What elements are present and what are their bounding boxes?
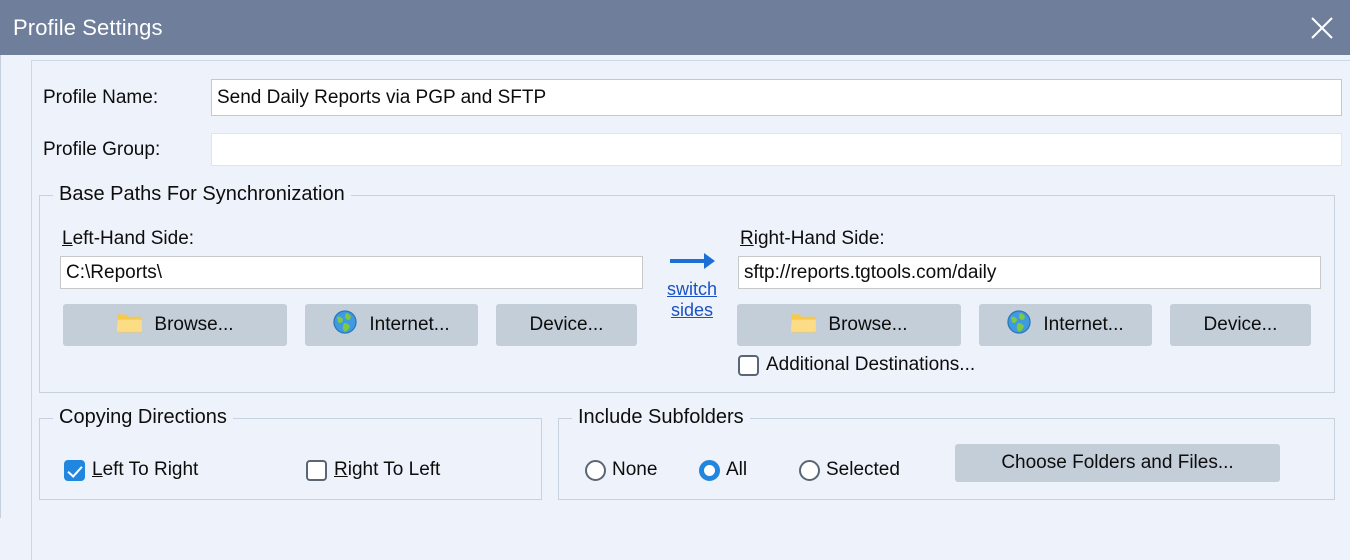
- radio-box: [585, 460, 606, 481]
- profile-settings-dialog: Profile Settings Profile Name: Profile G…: [0, 0, 1350, 518]
- right-hand-side-input[interactable]: [738, 256, 1321, 289]
- subfolders-radio-none-label: None: [612, 459, 657, 481]
- close-icon: [1309, 15, 1335, 41]
- dialog-body: Profile Name: Profile Group: Base Paths …: [0, 55, 1350, 518]
- browse-button-right-label: Browse...: [828, 314, 907, 336]
- browse-button-left[interactable]: Browse...: [63, 304, 287, 346]
- profile-group-input[interactable]: [211, 133, 1342, 166]
- additional-destinations-label: Additional Destinations...: [766, 354, 975, 376]
- folder-icon: [116, 312, 142, 339]
- globe-icon: [333, 310, 357, 340]
- device-button-right[interactable]: Device...: [1170, 304, 1311, 346]
- radio-box: [799, 460, 820, 481]
- right-hand-side-accel: R: [740, 228, 754, 249]
- profile-group-label: Profile Group:: [43, 139, 211, 161]
- base-paths-title: Base Paths For Synchronization: [53, 183, 351, 206]
- window-title: Profile Settings: [0, 15, 163, 41]
- internet-button-left[interactable]: Internet...: [305, 304, 478, 346]
- left-hand-side-input[interactable]: [60, 256, 643, 289]
- left-to-right-label-rest: eft To Right: [103, 459, 199, 480]
- right-to-left-label-rest: ight To Left: [348, 459, 441, 480]
- profile-name-label: Profile Name:: [43, 87, 211, 109]
- subfolders-radio-all[interactable]: All: [699, 459, 747, 481]
- folder-icon: [790, 312, 816, 339]
- profile-name-row: Profile Name:: [43, 79, 1342, 116]
- left-hand-side-label: Left-Hand Side:: [62, 228, 194, 250]
- browse-button-right[interactable]: Browse...: [737, 304, 961, 346]
- include-subfolders-groupbox: Include Subfolders None All Selected Cho…: [558, 418, 1335, 500]
- checkbox-box: [738, 355, 759, 376]
- switch-sides-zone: switch sides: [652, 250, 732, 321]
- switch-sides-link-line1[interactable]: switch: [652, 279, 732, 300]
- switch-sides-link-line2[interactable]: sides: [652, 300, 732, 321]
- device-button-right-label: Device...: [1204, 314, 1278, 336]
- right-to-left-checkbox[interactable]: Right To Left: [306, 459, 440, 481]
- checkbox-box: [306, 460, 327, 481]
- internet-button-left-label: Internet...: [369, 314, 449, 336]
- browse-button-left-label: Browse...: [154, 314, 233, 336]
- additional-destinations-checkbox[interactable]: Additional Destinations...: [738, 354, 975, 376]
- subfolders-radio-selected-label: Selected: [826, 459, 900, 481]
- choose-folders-and-files-label: Choose Folders and Files...: [1001, 452, 1233, 474]
- subfolders-radio-all-label: All: [726, 459, 747, 481]
- copying-directions-title: Copying Directions: [53, 406, 233, 429]
- include-subfolders-title: Include Subfolders: [572, 406, 750, 429]
- choose-folders-and-files-button[interactable]: Choose Folders and Files...: [955, 444, 1280, 482]
- internet-button-right[interactable]: Internet...: [979, 304, 1152, 346]
- left-hand-side-accel: L: [62, 228, 73, 249]
- close-button[interactable]: [1294, 0, 1350, 55]
- subfolders-radio-none[interactable]: None: [585, 459, 657, 481]
- left-to-right-label: Left To Right: [92, 459, 198, 481]
- arrow-right-icon: [652, 250, 732, 277]
- base-paths-groupbox: Base Paths For Synchronization Left-Hand…: [39, 195, 1335, 393]
- right-hand-side-label-rest: ight-Hand Side:: [754, 228, 885, 249]
- copying-directions-groupbox: Copying Directions Left To Right Right T…: [39, 418, 542, 500]
- checkbox-box: [64, 460, 85, 481]
- device-button-left-label: Device...: [530, 314, 604, 336]
- profile-group-row: Profile Group:: [43, 133, 1342, 166]
- device-button-left[interactable]: Device...: [496, 304, 637, 346]
- left-hand-side-label-rest: eft-Hand Side:: [73, 228, 194, 249]
- globe-icon: [1007, 310, 1031, 340]
- radio-box: [699, 460, 720, 481]
- internet-button-right-label: Internet...: [1043, 314, 1123, 336]
- left-to-right-accel: L: [92, 459, 103, 480]
- left-to-right-checkbox[interactable]: Left To Right: [64, 459, 198, 481]
- right-hand-side-label: Right-Hand Side:: [740, 228, 885, 250]
- title-bar: Profile Settings: [0, 0, 1350, 55]
- right-to-left-accel: R: [334, 459, 348, 480]
- right-to-left-label: Right To Left: [334, 459, 440, 481]
- subfolders-radio-selected[interactable]: Selected: [799, 459, 900, 481]
- profile-name-input[interactable]: [211, 79, 1342, 116]
